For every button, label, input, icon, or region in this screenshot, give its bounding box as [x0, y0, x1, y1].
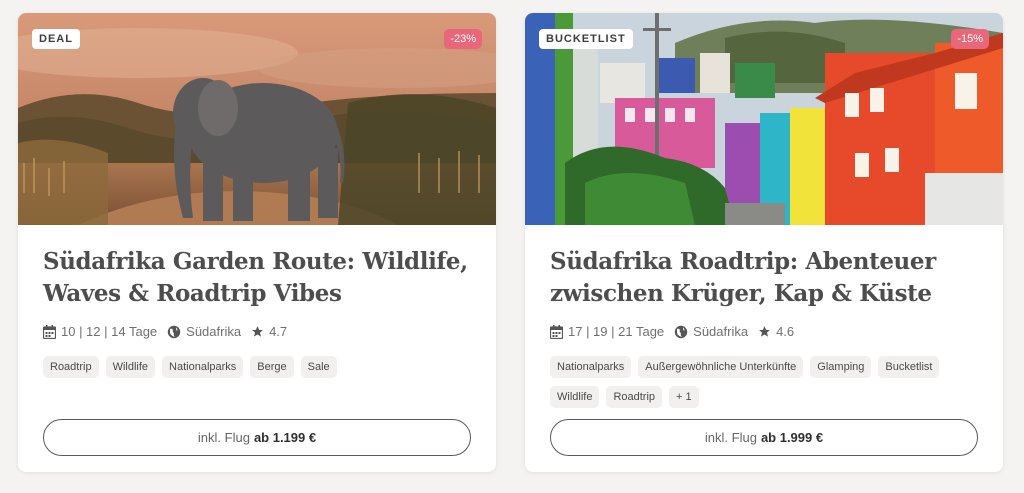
rating-text: 4.6: [776, 324, 795, 339]
discount-badge: -15%: [951, 29, 989, 49]
trip-card-garden-route[interactable]: DEAL -23% Südafrika Garden Route: Wildli…: [18, 13, 496, 472]
trip-photo-elephant[interactable]: DEAL -23%: [18, 13, 496, 225]
country-text: Südafrika: [693, 324, 749, 339]
trip-meta: 10 | 12 | 14 Tage Südafrika 4.7: [43, 324, 291, 339]
tag-chip[interactable]: Wildlife: [550, 386, 600, 408]
duration-text: 10 | 12 | 14 Tage: [61, 324, 158, 339]
duration-text: 17 | 19 | 21 Tage: [568, 324, 665, 339]
trip-title[interactable]: Südafrika Garden Route: Wildlife, Waves …: [43, 246, 483, 310]
duration-meta: 10 | 12 | 14 Tage: [43, 324, 157, 339]
tag-chip[interactable]: Roadtrip: [43, 356, 99, 378]
calendar-icon: [550, 324, 563, 339]
globe-icon: [674, 325, 688, 338]
tag-chip[interactable]: Nationalparks: [550, 356, 632, 378]
elephant-savanna-image: [18, 13, 496, 225]
more-tags-chip[interactable]: + 1: [669, 386, 699, 408]
country-meta: Südafrika: [167, 324, 241, 339]
star-icon: [252, 326, 263, 337]
tag-chip[interactable]: Sale: [300, 356, 337, 378]
rating-meta: 4.6: [758, 324, 794, 339]
price-prefix: inkl. Flug: [197, 430, 250, 445]
tag-chip[interactable]: Wildlife: [105, 356, 156, 378]
price-amount: ab 1.999 €: [760, 430, 824, 445]
tag-chip[interactable]: Außergewöhnliche Unterkünfte: [638, 356, 804, 378]
price-amount: ab 1.199 €: [253, 430, 317, 445]
country-text: Südafrika: [186, 324, 242, 339]
price-button[interactable]: inkl. Flug ab 1.999 €: [550, 419, 978, 456]
price-prefix: inkl. Flug: [704, 430, 757, 445]
category-badge: DEAL: [32, 29, 80, 49]
tag-list: Nationalparks Außergewöhnliche Unterkünf…: [550, 356, 990, 408]
tag-list: Roadtrip Wildlife Nationalparks Berge Sa…: [43, 356, 483, 378]
trip-photo-houses[interactable]: BUCKETLIST -15%: [525, 13, 1003, 225]
country-meta: Südafrika: [674, 324, 748, 339]
tag-chip[interactable]: Nationalparks: [162, 356, 244, 378]
duration-meta: 17 | 19 | 21 Tage: [550, 324, 664, 339]
globe-icon: [167, 325, 181, 338]
tag-chip[interactable]: Berge: [250, 356, 294, 378]
rating-text: 4.7: [269, 324, 288, 339]
category-badge: BUCKETLIST: [539, 29, 633, 49]
price-button[interactable]: inkl. Flug ab 1.199 €: [43, 419, 471, 456]
rating-meta: 4.7: [251, 324, 287, 339]
star-icon: [759, 326, 770, 337]
discount-badge: -23%: [444, 29, 482, 49]
trip-meta: 17 | 19 | 21 Tage Südafrika 4.6: [550, 324, 798, 339]
tag-chip[interactable]: Bucketlist: [878, 356, 940, 378]
tag-chip[interactable]: Roadtrip: [606, 386, 663, 408]
trip-title[interactable]: Südafrika Roadtrip: Abenteuer zwischen K…: [550, 246, 990, 310]
calendar-icon: [43, 324, 56, 339]
tag-chip[interactable]: Glamping: [810, 356, 872, 378]
trip-card-roadtrip[interactable]: BUCKETLIST -15% Südafrika Roadtrip: Aben…: [525, 13, 1003, 472]
